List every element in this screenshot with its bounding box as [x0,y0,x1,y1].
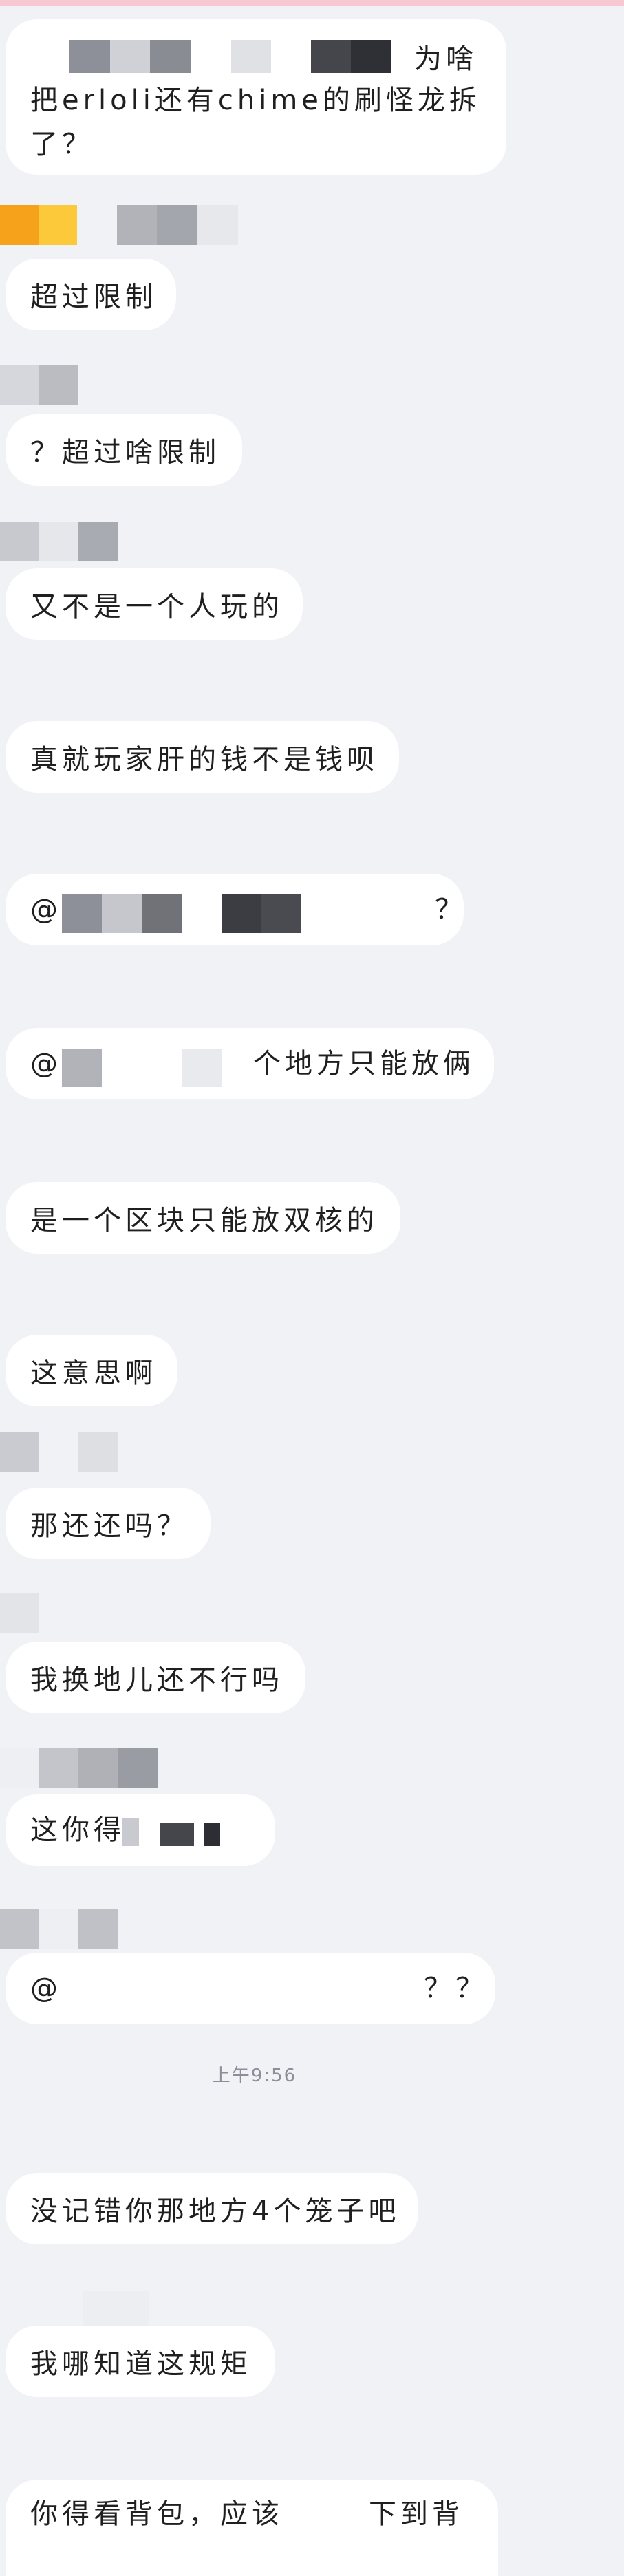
message-text: ？超过啥限制 [30,437,220,469]
message-text: 这你得 [30,1814,125,1846]
message-text: 真就玩家肝的钱不是钱呗 [30,744,378,775]
message-text: 下到背 [369,2498,464,2530]
sender-name-redacted [0,1748,158,1788]
message-text: 我哪知道这规矩 [30,2348,252,2380]
message-bubble[interactable]: 那还还吗？ [6,1488,211,1559]
sender-name-redacted [0,1909,118,1949]
message-bubble[interactable]: 又不是一个人玩的 [6,568,303,640]
message-text: 这意思啊 [30,1357,157,1389]
message-text: 我换地儿还不行吗 [30,1664,283,1696]
message-bubble[interactable]: @ 个地方只能放俩 [6,1028,494,1099]
message-text: 了？ [30,129,94,160]
message-bubble[interactable]: ？超过啥限制 [6,414,242,486]
message-bubble[interactable]: 是一个区块只能放双核的 [6,1182,400,1254]
redacted-mosaic [62,894,431,933]
message-bubble[interactable]: 你得看背包，应该 下到背 [6,2480,498,2576]
message-bubble[interactable]: @？ [6,874,464,945]
sender-name-redacted [0,522,118,561]
message-bubble[interactable]: 我哪知道这规矩 [6,2326,275,2397]
redacted-mosaic [69,40,440,73]
message-text: 是一个区块只能放双核的 [30,1205,378,1236]
message-text: 为啥 [414,43,477,75]
message-text: 超过限制 [30,281,157,313]
message-text: ？？ [424,1973,487,2004]
message-bubble[interactable]: @ ？？ [6,1953,495,2024]
message-bubble[interactable]: 超过限制 [6,259,176,330]
message-bubble[interactable]: 这你得 [6,1794,275,1866]
redacted-blur [285,2496,367,2535]
redacted-mosaic [62,1049,249,1087]
message-text: 你得看背包，应该 [30,2498,283,2530]
redacted-mosaic [122,1815,226,1848]
message-bubble[interactable]: 真就玩家肝的钱不是钱呗 [6,721,399,793]
message-bubble[interactable]: 为啥 把erloli还有chime的刷怪龙拆 了？ [6,19,506,175]
mention-symbol: @ [30,1973,58,2004]
sender-name-redacted [0,1593,39,1633]
sender-name-redacted [0,1432,118,1472]
message-text: ？ [435,894,466,925]
message-text: 没记错你那地方4个笼子吧 [30,2196,400,2227]
sender-name-redacted [0,365,78,405]
message-bubble[interactable]: 这意思啊 [6,1335,177,1406]
message-bubble[interactable]: 我换地儿还不行吗 [6,1642,305,1713]
message-text: 又不是一个人玩的 [30,591,283,623]
message-text: 个地方只能放俩 [253,1048,475,1080]
mention-symbol: @ [30,1048,58,1080]
sender-name-redacted [0,205,238,245]
message-bubble[interactable]: 没记错你那地方4个笼子吧 [6,2173,418,2244]
mention-symbol: @ [30,894,58,925]
message-text: 那还还吗？ [30,1510,189,1542]
redacted-blur [62,1971,420,2009]
message-line: 为啥 [30,37,482,78]
message-text: 把erloli还有chime的刷怪龙拆 [30,85,481,116]
top-accent-bar [0,0,624,6]
timestamp: 上午9:56 [212,2065,297,2086]
